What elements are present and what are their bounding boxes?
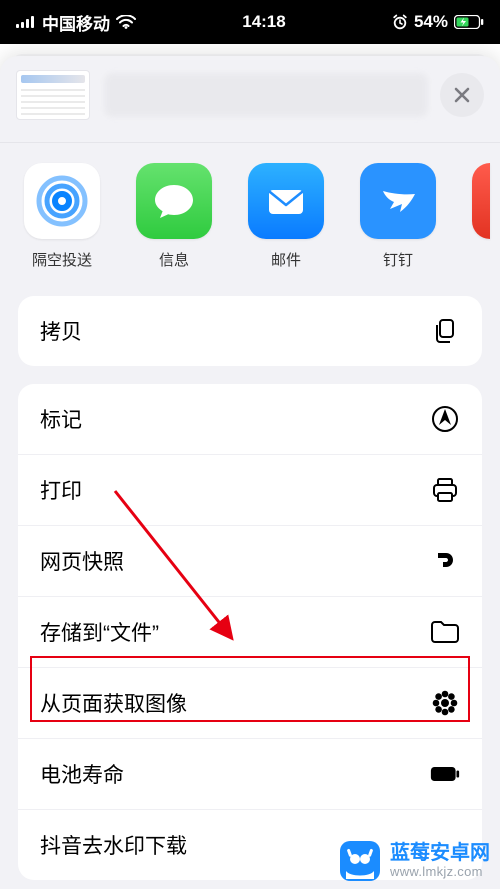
share-app-dingtalk[interactable]: 钉钉	[360, 163, 436, 270]
mail-icon	[248, 163, 324, 239]
action-label: 拷贝	[40, 316, 82, 346]
wifi-icon	[116, 15, 136, 29]
share-apps-row[interactable]: 隔空投送 信息 邮件 钉钉	[0, 143, 500, 296]
action-label: 电池寿命	[40, 759, 124, 789]
battery-full-icon	[430, 759, 460, 789]
share-sheet-header	[0, 56, 500, 143]
carrier-label: 中国移动	[42, 10, 110, 35]
status-right: 54%	[392, 12, 484, 32]
folder-icon	[430, 617, 460, 647]
action-save-to-files[interactable]: 存储到“文件”	[18, 597, 482, 668]
download-icon	[430, 830, 460, 860]
action-markup[interactable]: 标记	[18, 384, 482, 455]
print-icon	[430, 475, 460, 505]
action-webclip[interactable]: 网页快照	[18, 526, 482, 597]
action-print[interactable]: 打印	[18, 455, 482, 526]
close-button[interactable]	[440, 73, 484, 117]
action-copy[interactable]: 拷贝	[18, 296, 482, 366]
battery-icon	[454, 15, 484, 29]
action-label: 标记	[40, 404, 82, 434]
webclip-icon	[430, 546, 460, 576]
dingtalk-icon	[360, 163, 436, 239]
messages-icon	[136, 163, 212, 239]
extra-app-icon	[472, 163, 490, 239]
status-bar: 中国移动 14:18 54%	[0, 0, 500, 44]
action-douyin-download[interactable]: 抖音去水印下载	[18, 810, 482, 880]
markup-icon	[430, 404, 460, 434]
document-thumbnail	[16, 70, 90, 120]
share-app-messages[interactable]: 信息	[136, 163, 212, 270]
actions-group-1: 拷贝	[18, 296, 482, 366]
share-app-label: 信息	[159, 249, 189, 270]
copy-icon	[430, 316, 460, 346]
action-label: 存储到“文件”	[40, 617, 159, 647]
action-get-image[interactable]: 从页面获取图像	[18, 668, 482, 739]
share-app-airdrop[interactable]: 隔空投送	[24, 163, 100, 270]
share-app-label: 邮件	[271, 249, 301, 270]
airdrop-icon	[24, 163, 100, 239]
battery-pct: 54%	[414, 12, 448, 32]
share-app-more[interactable]	[472, 163, 490, 270]
signal-icon	[16, 16, 36, 28]
share-sheet: 隔空投送 信息 邮件 钉钉 拷贝	[0, 56, 500, 889]
status-time: 14:18	[136, 12, 392, 32]
alarm-icon	[392, 14, 408, 30]
action-label: 网页快照	[40, 546, 124, 576]
actions-group-2: 标记 打印 网页快照 存储到“文件” 从页面获取图像	[18, 384, 482, 880]
share-app-mail[interactable]: 邮件	[248, 163, 324, 270]
share-app-label: 钉钉	[383, 249, 413, 270]
action-battery-life[interactable]: 电池寿命	[18, 739, 482, 810]
action-label: 从页面获取图像	[40, 688, 187, 718]
flower-icon	[430, 688, 460, 718]
action-label: 抖音去水印下载	[40, 830, 187, 860]
status-left: 中国移动	[16, 10, 136, 35]
action-label: 打印	[40, 475, 82, 505]
document-title-blurred	[104, 73, 428, 117]
share-app-label: 隔空投送	[32, 249, 92, 270]
close-icon	[453, 86, 471, 104]
